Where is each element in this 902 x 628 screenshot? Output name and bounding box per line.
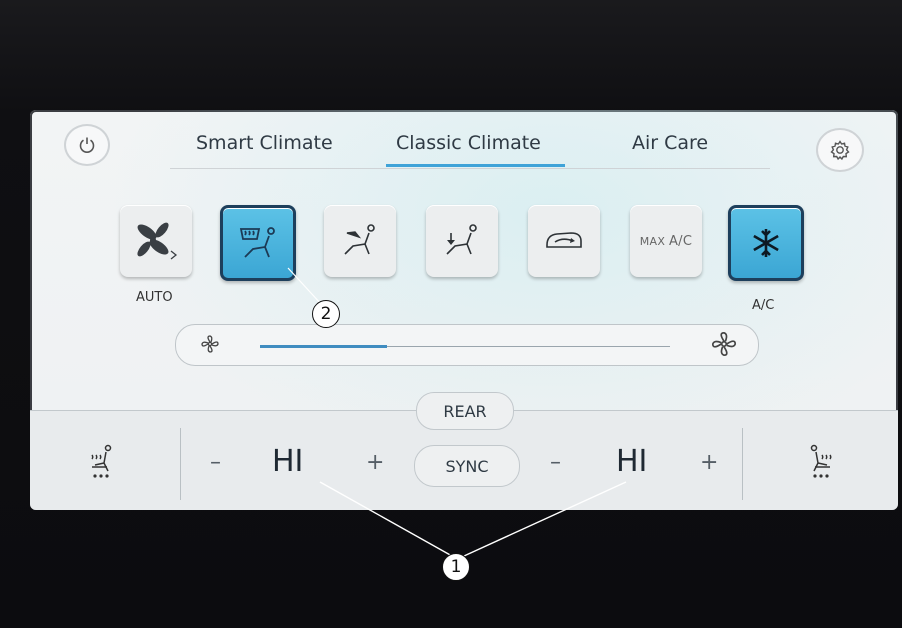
callout-2: 2 xyxy=(312,300,340,328)
max-ac-prefix: MAX xyxy=(639,234,666,248)
fan-slider-fill xyxy=(260,345,388,348)
climate-screen: Smart Climate Classic Climate Air Care A… xyxy=(30,110,898,510)
settings-button[interactable] xyxy=(816,128,864,172)
ac-label: A/C xyxy=(752,298,775,313)
vent-feet-button[interactable] xyxy=(426,205,498,277)
windshield-defrost-button[interactable] xyxy=(220,205,296,281)
seat-heat-left-icon xyxy=(87,443,117,483)
right-temp-increase-button[interactable]: + xyxy=(700,450,718,475)
power-button[interactable] xyxy=(64,124,110,166)
tab-air-care[interactable]: Air Care xyxy=(632,132,708,154)
max-ac-label: A/C xyxy=(668,233,693,249)
fan-small-icon xyxy=(200,334,220,354)
max-ac-text: MAX A/C xyxy=(640,234,693,249)
snowflake-icon xyxy=(748,225,784,261)
recirculation-button[interactable] xyxy=(528,205,600,277)
seat-heat-right-icon xyxy=(805,443,835,483)
sync-button[interactable]: SYNC xyxy=(414,445,520,487)
right-temp-value: HI xyxy=(616,444,648,479)
seat-heat-left-button[interactable] xyxy=(82,440,122,486)
ac-button[interactable] xyxy=(728,205,804,281)
callout-1: 1 xyxy=(442,553,470,581)
panel-divider-left xyxy=(180,428,181,500)
seat-heat-right-button[interactable] xyxy=(800,440,840,486)
panel-divider-right xyxy=(742,428,743,500)
fan-auto-icon xyxy=(133,221,179,261)
power-icon xyxy=(78,136,96,154)
vent-face-button[interactable] xyxy=(324,205,396,277)
tab-classic-climate[interactable]: Classic Climate xyxy=(386,132,565,167)
tab-smart-climate[interactable]: Smart Climate xyxy=(196,132,333,154)
max-ac-button[interactable]: MAX A/C xyxy=(630,205,702,277)
recirculation-icon xyxy=(541,221,587,261)
fan-large-icon xyxy=(710,330,738,358)
left-temp-value: HI xyxy=(272,444,304,479)
left-temp-decrease-button[interactable]: – xyxy=(210,450,221,475)
vent-face-icon xyxy=(337,221,383,261)
auto-fan-button[interactable] xyxy=(120,205,192,277)
auto-label: AUTO xyxy=(136,290,173,305)
windshield-defrost-icon xyxy=(235,223,281,263)
rear-button[interactable]: REAR xyxy=(416,392,514,430)
left-temp-increase-button[interactable]: + xyxy=(366,450,384,475)
vent-feet-icon xyxy=(439,221,485,261)
gear-icon xyxy=(829,139,851,161)
climate-tabs: Smart Climate Classic Climate Air Care xyxy=(170,128,770,169)
right-temp-decrease-button[interactable]: – xyxy=(550,450,561,475)
